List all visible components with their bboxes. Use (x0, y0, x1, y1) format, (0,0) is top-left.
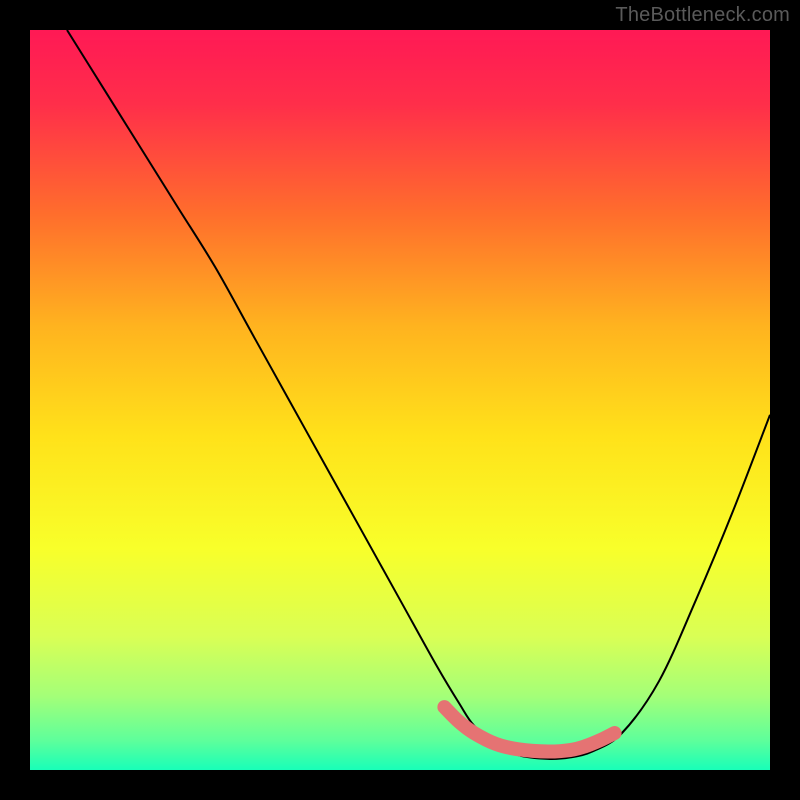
plot-area (30, 30, 770, 770)
watermark-text: TheBottleneck.com (615, 4, 790, 27)
gradient-background (30, 30, 770, 770)
chart-svg (30, 30, 770, 770)
chart-container: TheBottleneck.com (0, 0, 800, 800)
